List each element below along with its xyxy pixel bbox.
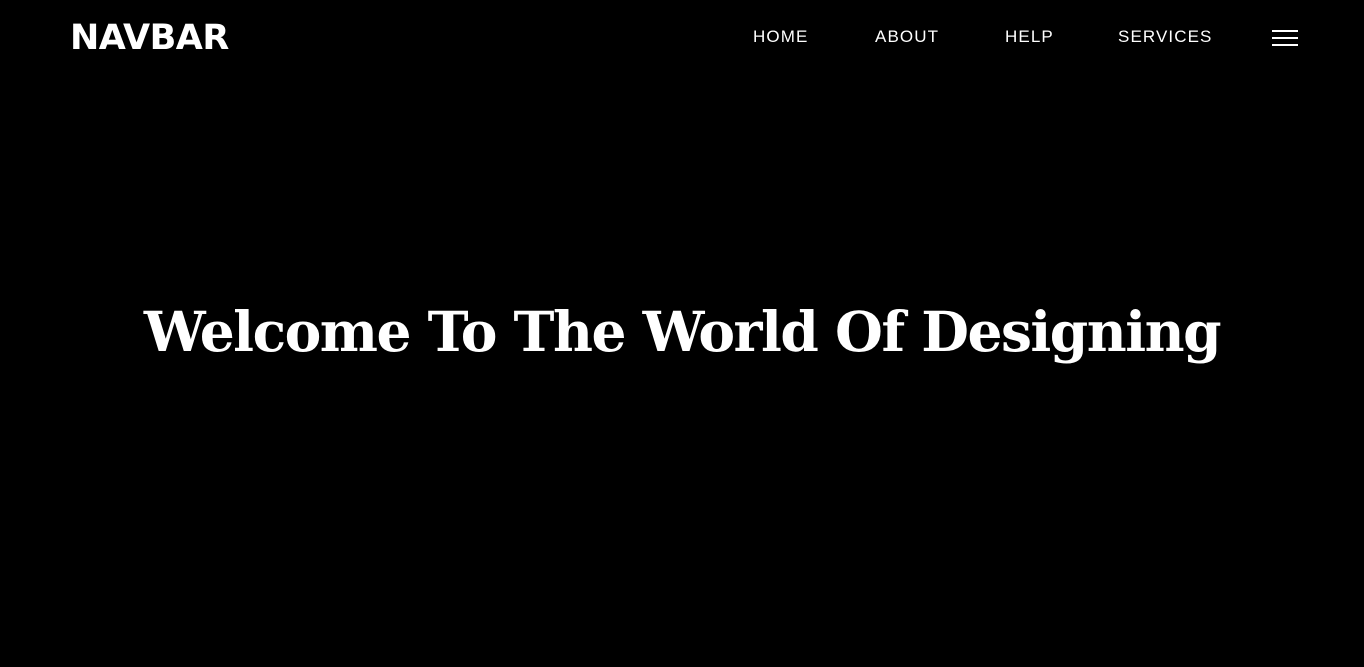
nav-link-services[interactable]: SERVICES — [1118, 27, 1212, 47]
nav-link-about[interactable]: ABOUT — [875, 27, 939, 47]
navbar: NAVBAR HOME ABOUT HELP SERVICES — [0, 0, 1364, 78]
nav-link-home[interactable]: HOME — [753, 27, 808, 47]
menu-bar-top — [1272, 30, 1298, 32]
brand-logo[interactable]: NAVBAR — [70, 17, 229, 59]
menu-bar-middle — [1272, 37, 1298, 39]
hamburger-menu-icon[interactable] — [1272, 29, 1298, 47]
menu-bar-bottom — [1272, 44, 1298, 46]
nav-link-help[interactable]: HELP — [1005, 27, 1054, 47]
hero-title: Welcome To The World Of Designing — [143, 299, 1222, 364]
